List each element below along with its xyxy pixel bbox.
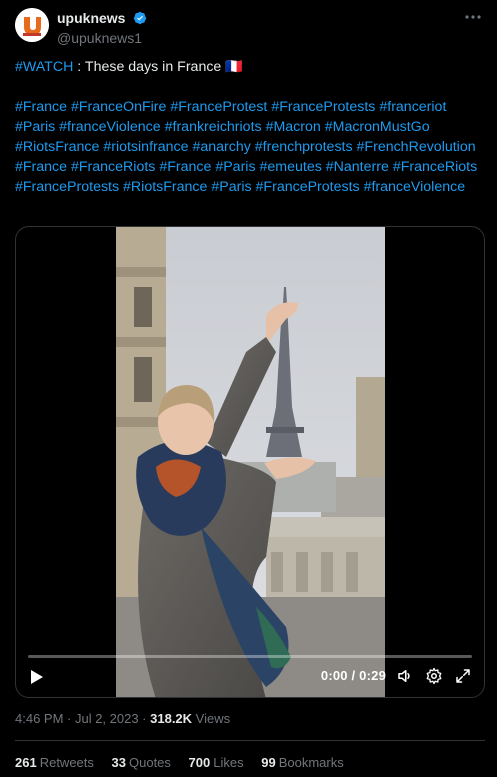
hashtag-link[interactable]: #frenchprotests bbox=[255, 139, 353, 155]
fullscreen-icon[interactable] bbox=[454, 667, 472, 685]
video-progress-bar[interactable] bbox=[28, 655, 472, 658]
author-block[interactable]: upuknews @upuknews1 bbox=[57, 9, 147, 46]
hashtag-link[interactable]: #FranceProtests bbox=[271, 99, 375, 115]
tweet-header: upuknews @upuknews1 bbox=[15, 8, 485, 46]
headline-text: : These days in France 🇫🇷 bbox=[73, 59, 243, 75]
hashtag-link[interactable]: #FranceProtests bbox=[15, 179, 119, 195]
verified-badge-icon bbox=[133, 11, 147, 24]
video-player[interactable]: 0:00 / 0:29 bbox=[15, 226, 485, 698]
hashtag-link[interactable]: #France bbox=[15, 99, 67, 115]
tweet-text: #WATCH : These days in France 🇫🇷 #France… bbox=[15, 57, 485, 197]
hashtag-link[interactable]: #RiotsFrance bbox=[123, 179, 207, 195]
stat-count: 700 bbox=[188, 755, 211, 770]
stat-count: 261 bbox=[15, 755, 37, 770]
upuk-logo-icon bbox=[15, 8, 49, 42]
stat-label: Quotes bbox=[129, 755, 171, 770]
stat-count: 33 bbox=[111, 755, 126, 770]
views-label: Views bbox=[192, 711, 231, 726]
views-count: 318.2K bbox=[150, 711, 193, 726]
author-handle[interactable]: @upuknews1 bbox=[57, 30, 147, 46]
hashtag-link[interactable]: #Nanterre bbox=[326, 159, 389, 175]
hashtag-link[interactable]: #anarchy bbox=[192, 139, 250, 155]
hashtag-link[interactable]: #franceViolence bbox=[364, 179, 466, 195]
tweet-timestamp[interactable]: 4:46 PM · Jul 2, 2023 · bbox=[15, 711, 150, 726]
display-name[interactable]: upuknews bbox=[57, 10, 125, 26]
hashtag-link[interactable]: #FranceProtests bbox=[256, 179, 360, 195]
hashtag-link[interactable]: #Paris bbox=[211, 179, 251, 195]
hashtag-link[interactable]: #France bbox=[15, 159, 67, 175]
video-time-label: 0:00 / 0:29 bbox=[320, 668, 386, 683]
stat-label: Retweets bbox=[39, 755, 94, 770]
hashtag-link[interactable]: #FranceOnFire bbox=[71, 99, 166, 115]
settings-gear-icon[interactable] bbox=[425, 667, 443, 685]
hashtag-list: #France #FranceOnFire #FranceProtest #Fr… bbox=[15, 97, 485, 197]
tweet-headline: #WATCH : These days in France 🇫🇷 bbox=[15, 57, 485, 77]
hashtag-link[interactable]: #FranceRiots bbox=[71, 159, 155, 175]
volume-icon[interactable] bbox=[396, 667, 414, 685]
hashtag-link[interactable]: #FranceProtest bbox=[170, 99, 267, 115]
hashtag-link[interactable]: #frankreichriots bbox=[165, 119, 262, 135]
stat-count: 99 bbox=[261, 755, 276, 770]
engagement-stats: 261 Retweets 33 Quotes 700 Likes 99 Bookmark… bbox=[15, 755, 358, 770]
hashtag-link[interactable]: #FrenchRevolution bbox=[357, 139, 476, 155]
watch-hashtag[interactable]: #WATCH bbox=[15, 59, 73, 75]
hashtag-link[interactable]: #emeutes bbox=[260, 159, 322, 175]
hashtag-link[interactable]: #franceriot bbox=[379, 99, 446, 115]
hashtag-link[interactable]: #MacronMustGo bbox=[325, 119, 430, 135]
avatar[interactable] bbox=[15, 8, 49, 42]
video-frame[interactable] bbox=[116, 227, 385, 697]
stat-likes[interactable]: 700 Likes bbox=[189, 755, 244, 770]
video-still-image bbox=[116, 227, 385, 697]
stat-retweets[interactable]: 261 Retweets bbox=[15, 755, 94, 770]
hashtag-link[interactable]: #Paris bbox=[215, 159, 255, 175]
stat-label: Bookmarks bbox=[278, 755, 344, 770]
more-options-icon[interactable] bbox=[463, 10, 483, 24]
stat-quotes[interactable]: 33 Quotes bbox=[112, 755, 171, 770]
stat-bookmarks[interactable]: 99 Bookmarks bbox=[261, 755, 344, 770]
hashtag-link[interactable]: #riotsinfrance bbox=[103, 139, 188, 155]
play-icon[interactable] bbox=[26, 667, 46, 687]
tweet-meta: 4:46 PM · Jul 2, 2023 · 318.2K Views bbox=[15, 711, 230, 726]
stat-label: Likes bbox=[213, 755, 244, 770]
hashtag-link[interactable]: #FranceRiots bbox=[393, 159, 477, 175]
video-controls: 0:00 / 0:29 bbox=[16, 651, 484, 697]
hashtag-link[interactable]: #RiotsFrance bbox=[15, 139, 99, 155]
hashtag-link[interactable]: #franceViolence bbox=[59, 119, 161, 135]
hashtag-link[interactable]: #Macron bbox=[266, 119, 321, 135]
hashtag-link[interactable]: #Paris bbox=[15, 119, 55, 135]
divider bbox=[15, 740, 485, 741]
hashtag-link[interactable]: #France bbox=[159, 159, 211, 175]
